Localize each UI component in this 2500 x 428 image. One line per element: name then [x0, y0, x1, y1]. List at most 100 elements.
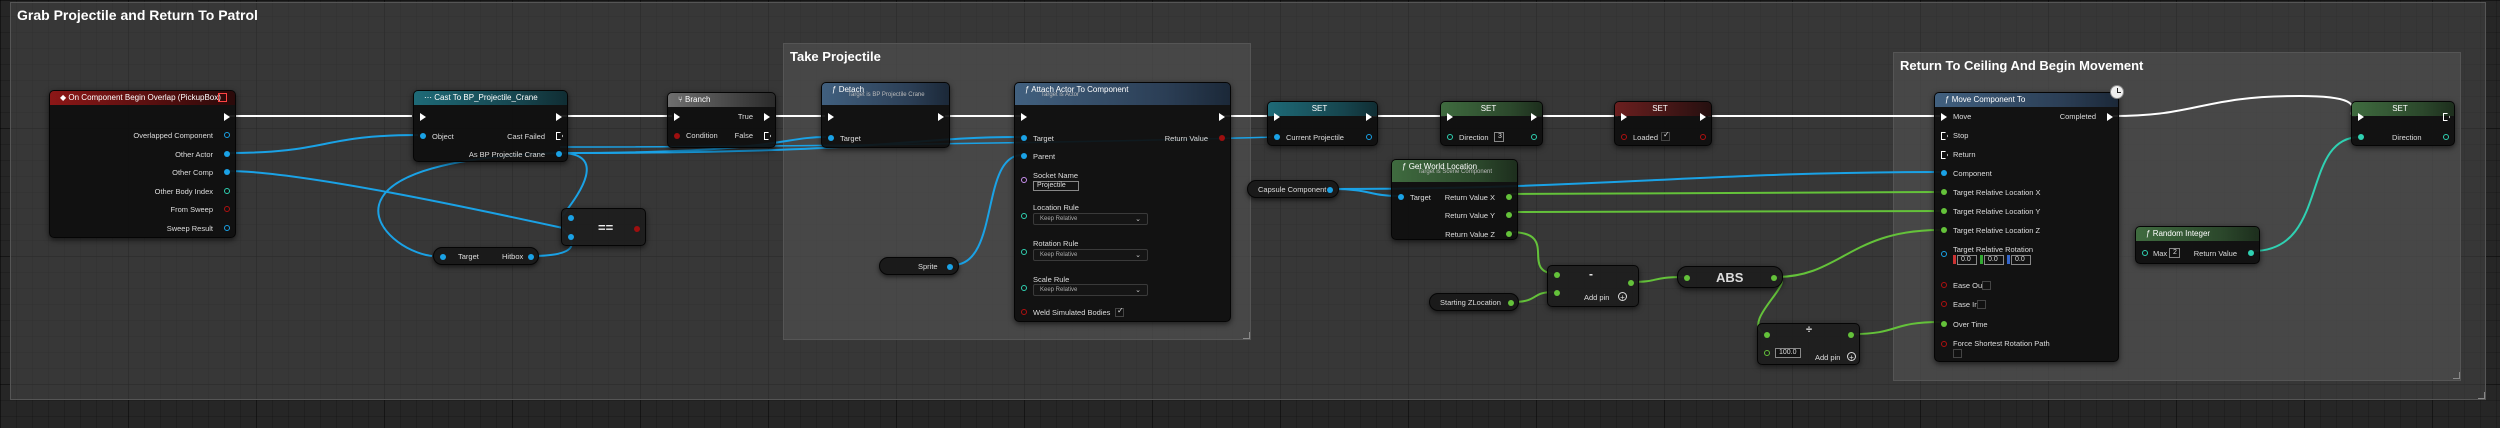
enum-pin[interactable]: [1021, 249, 1027, 255]
int-pin[interactable]: [1531, 134, 1537, 140]
node-subtract[interactable]: - Add pin +: [1547, 265, 1639, 307]
add-pin-label[interactable]: Add pin: [1815, 353, 1840, 362]
socket-name-field[interactable]: Projectile: [1033, 181, 1079, 191]
object-pin[interactable]: [224, 169, 230, 175]
bool-pin[interactable]: [1021, 309, 1027, 315]
object-pin[interactable]: [1021, 135, 1027, 141]
object-pin[interactable]: [440, 254, 446, 260]
ease-in-checkbox[interactable]: [1977, 300, 1986, 309]
bool-pin[interactable]: [1700, 134, 1706, 140]
exec-input-pin[interactable]: [1941, 151, 1948, 159]
float-pin[interactable]: [1941, 321, 1947, 327]
object-pin[interactable]: [1941, 170, 1947, 176]
object-pin[interactable]: [528, 254, 534, 260]
exec-output-pin[interactable]: [556, 113, 562, 121]
node-get-world-location[interactable]: ƒ Get World Location Target is Scene Com…: [1391, 159, 1518, 240]
delegate-pin-icon[interactable]: [218, 93, 227, 102]
node-detach[interactable]: ƒ Detach Target is BP Projectile Crane T…: [821, 82, 950, 148]
node-equals[interactable]: ==: [561, 208, 646, 246]
exec-input-pin[interactable]: [1941, 132, 1948, 140]
int-pin[interactable]: [2248, 250, 2254, 256]
location-rule-dropdown[interactable]: Keep Relative ⌄: [1033, 213, 1148, 225]
rotation-y-field[interactable]: 0.0: [1984, 255, 2004, 265]
add-pin-label[interactable]: Add pin: [1584, 293, 1609, 302]
struct-pin[interactable]: [224, 225, 230, 231]
object-pin[interactable]: [1021, 153, 1027, 159]
int-pin[interactable]: [1447, 134, 1453, 140]
object-pin[interactable]: [1327, 187, 1333, 193]
exec-input-pin[interactable]: [1274, 113, 1280, 121]
node-move-component-to[interactable]: ƒ Move Component To Move Completed Stop …: [1934, 85, 2124, 362]
exec-input-pin[interactable]: [1021, 113, 1027, 121]
int-pin[interactable]: [2358, 134, 2364, 140]
loaded-checkbox[interactable]: ✓: [1661, 130, 1670, 141]
exec-input-pin[interactable]: [420, 113, 426, 121]
object-pin[interactable]: [420, 133, 426, 139]
node-cast-to-bp-projectile-crane[interactable]: ⋯ Cast To BP_Projectile_Crane Object Cas…: [413, 90, 568, 162]
object-pin[interactable]: [556, 151, 562, 157]
force-rotation-checkbox[interactable]: [1953, 349, 1962, 358]
float-pin[interactable]: [1848, 332, 1854, 338]
exec-output-pin[interactable]: [1700, 113, 1706, 121]
node-random-integer[interactable]: ƒ Random Integer Max 2 Return Value: [2135, 226, 2260, 264]
float-pin[interactable]: [1941, 227, 1947, 233]
float-pin[interactable]: [1554, 272, 1560, 278]
float-pin[interactable]: [1506, 194, 1512, 200]
bool-pin[interactable]: [1621, 134, 1627, 140]
node-get-hitbox[interactable]: Target Hitbox: [433, 247, 539, 265]
add-pin-icon[interactable]: +: [1847, 352, 1856, 362]
object-pin[interactable]: [224, 132, 230, 138]
node-get-capsule-component[interactable]: Capsule Component: [1247, 180, 1339, 198]
node-abs[interactable]: ABS: [1677, 266, 1783, 288]
float-pin[interactable]: [1508, 300, 1514, 306]
exec-output-pin[interactable]: [2107, 113, 2113, 121]
bool-pin[interactable]: [1941, 282, 1947, 288]
direction-value-field[interactable]: 3: [1494, 132, 1504, 142]
node-branch[interactable]: ⑂ Branch True Condition False: [667, 92, 776, 148]
exec-output-pin[interactable]: [1531, 113, 1537, 121]
object-pin[interactable]: [947, 264, 953, 270]
node-get-sprite[interactable]: Sprite: [879, 257, 959, 275]
scale-rule-dropdown[interactable]: Keep Relative ⌄: [1033, 284, 1148, 296]
node-attach-actor-to-component[interactable]: ƒ Attach Actor To Component Target is Ac…: [1014, 82, 1231, 322]
rotation-rule-dropdown[interactable]: Keep Relative ⌄: [1033, 249, 1148, 261]
exec-output-pin[interactable]: [556, 132, 563, 140]
bool-pin[interactable]: [674, 133, 680, 139]
object-pin[interactable]: [1274, 134, 1280, 140]
object-pin[interactable]: [568, 234, 574, 240]
exec-input-pin[interactable]: [1447, 113, 1453, 121]
node-divide[interactable]: ÷ 100.0 Add pin +: [1757, 323, 1860, 365]
float-pin[interactable]: [1628, 280, 1634, 286]
node-on-component-begin-overlap[interactable]: ◆ On Component Begin Overlap (PickupBox)…: [49, 90, 236, 238]
exec-input-pin[interactable]: [1621, 113, 1627, 121]
name-pin[interactable]: [1021, 177, 1027, 183]
object-pin[interactable]: [568, 215, 574, 221]
float-pin[interactable]: [1506, 212, 1512, 218]
exec-output-pin[interactable]: [938, 113, 944, 121]
int-pin[interactable]: [2142, 250, 2148, 256]
float-pin[interactable]: [1554, 290, 1560, 296]
node-set-direction[interactable]: SET Direction 3: [1440, 101, 1543, 146]
exec-input-pin[interactable]: [1941, 113, 1947, 121]
bool-pin[interactable]: [1219, 135, 1225, 141]
struct-pin[interactable]: [1941, 251, 1947, 257]
float-pin[interactable]: [1684, 275, 1690, 281]
object-pin[interactable]: [828, 135, 834, 141]
node-get-starting-zlocation[interactable]: Starting ZLocation: [1429, 293, 1519, 311]
bool-pin[interactable]: [1941, 341, 1947, 347]
object-pin[interactable]: [1366, 134, 1372, 140]
bool-pin[interactable]: [224, 206, 230, 212]
exec-input-pin[interactable]: [674, 113, 680, 121]
object-pin[interactable]: [1398, 194, 1404, 200]
float-pin[interactable]: [1941, 208, 1947, 214]
exec-input-pin[interactable]: [2358, 113, 2364, 121]
int-pin[interactable]: [2443, 134, 2449, 140]
enum-pin[interactable]: [1021, 285, 1027, 291]
node-set-loaded[interactable]: SET Loaded ✓: [1614, 101, 1712, 146]
float-pin[interactable]: [1764, 350, 1770, 356]
ease-out-checkbox[interactable]: [1982, 281, 1991, 290]
add-pin-icon[interactable]: +: [1618, 292, 1627, 302]
object-pin[interactable]: [224, 151, 230, 157]
enum-pin[interactable]: [1021, 213, 1027, 219]
exec-output-pin[interactable]: [764, 113, 770, 121]
